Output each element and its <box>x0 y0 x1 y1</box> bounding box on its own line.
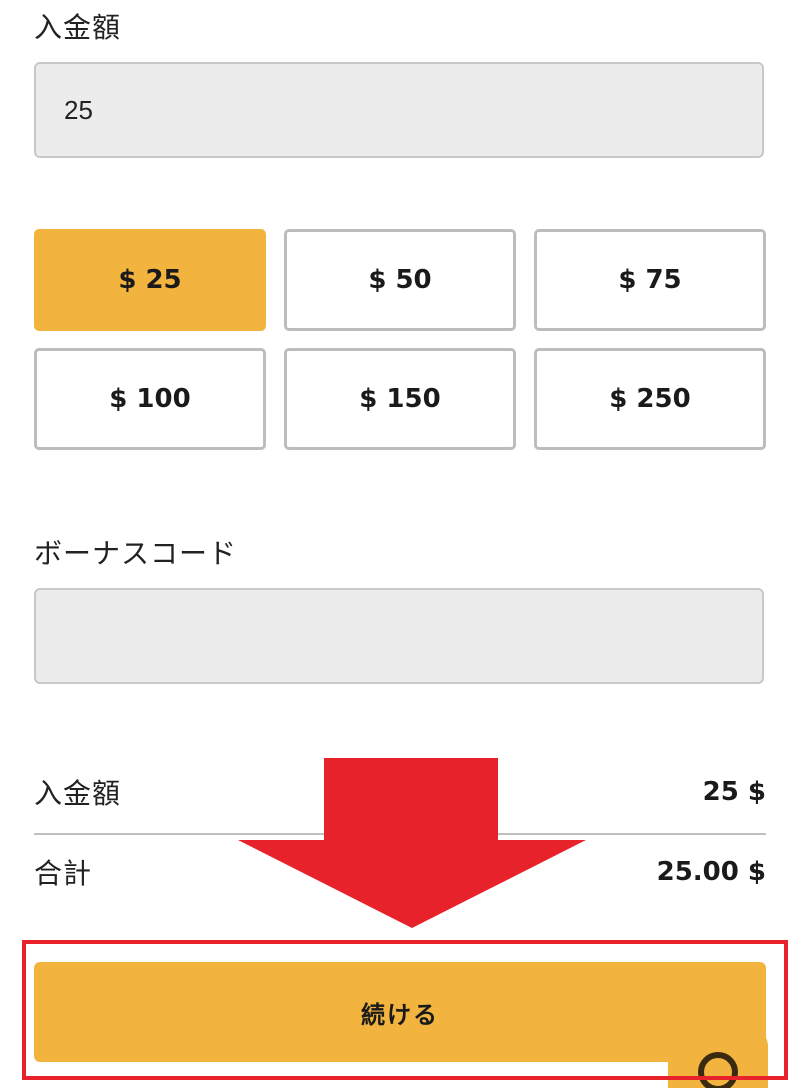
amount-button-25[interactable]: $ 25 <box>34 229 266 331</box>
summary-total-row: 合計 25.00 $ <box>34 842 766 902</box>
summary-divider <box>34 833 766 835</box>
summary-deposit-value: 25 $ <box>702 777 766 807</box>
amount-button-150[interactable]: $ 150 <box>284 348 516 450</box>
summary-total-label: 合計 <box>34 857 93 890</box>
summary-deposit-label: 入金額 <box>34 777 122 810</box>
bonus-code-label: ボーナスコード <box>34 537 238 570</box>
amount-button-100[interactable]: $ 100 <box>34 348 266 450</box>
continue-button[interactable]: 続ける <box>34 962 766 1062</box>
summary-total-value: 25.00 $ <box>656 857 766 887</box>
bonus-code-input[interactable] <box>34 588 764 684</box>
chat-bubble-icon[interactable] <box>668 1028 768 1088</box>
summary-deposit-row: 入金額 25 $ <box>34 762 766 822</box>
amount-button-75[interactable]: $ 75 <box>534 229 766 331</box>
amount-button-50[interactable]: $ 50 <box>284 229 516 331</box>
deposit-amount-label: 入金額 <box>34 11 122 44</box>
deposit-amount-input[interactable] <box>34 62 764 158</box>
amount-button-250[interactable]: $ 250 <box>534 348 766 450</box>
